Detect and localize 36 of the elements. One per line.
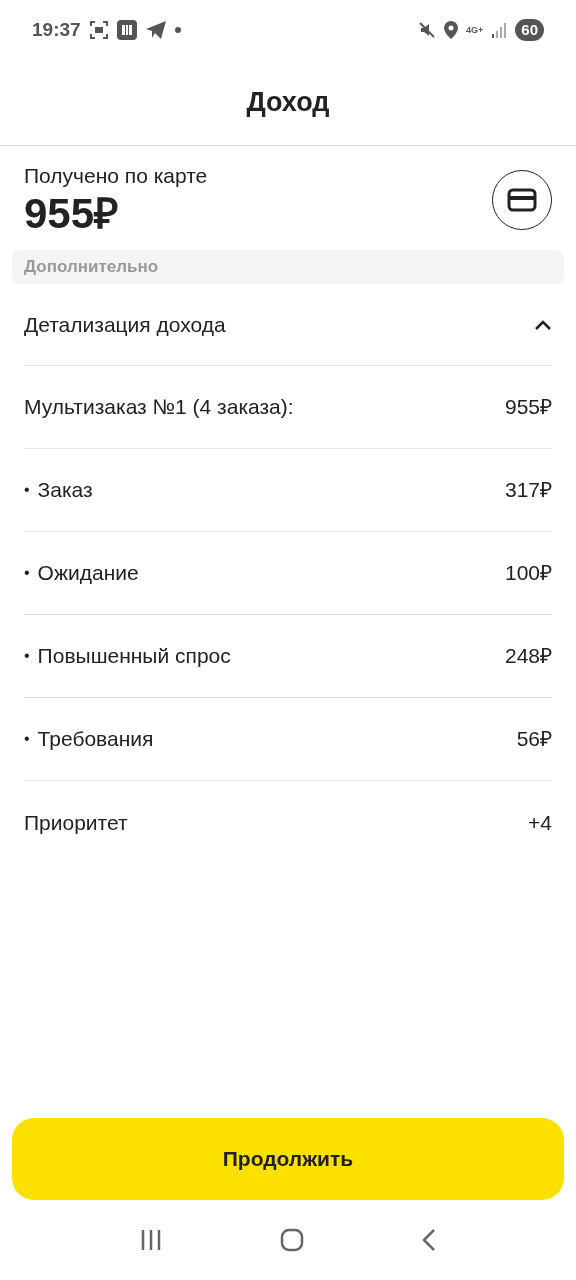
battery-indicator: 60 — [515, 19, 544, 41]
row-value: 56₽ — [516, 726, 552, 753]
signal-icon — [491, 22, 508, 38]
chevron-icon — [534, 318, 552, 331]
row-label: Повышенный спрос — [37, 643, 231, 670]
page-title: Доход — [246, 86, 330, 120]
row-value: 100₽ — [504, 560, 552, 587]
paper-plane-icon — [144, 20, 167, 40]
details-toggle[interactable]: Детализация дохода — [24, 284, 552, 366]
row-label: Заказ — [37, 477, 93, 504]
screenshot-icon — [88, 20, 109, 40]
clock: 19:37 — [32, 17, 81, 42]
row-label: Мультизаказ №1 (4 заказа): — [24, 394, 294, 421]
row-value: 955₽ — [504, 394, 552, 421]
section-label: Дополнительно — [24, 256, 159, 279]
row-value: 248₽ — [504, 643, 552, 670]
mute-icon — [418, 21, 437, 39]
bullet: • — [24, 480, 30, 500]
summary-label: Получено по карте — [24, 163, 208, 189]
bullet: • — [24, 729, 30, 749]
location-icon — [444, 21, 459, 39]
app-icon — [116, 20, 137, 40]
dot-icon — [174, 27, 181, 33]
network-label: 4G+ — [466, 25, 484, 35]
continue-button[interactable]: Продолжить — [12, 1118, 564, 1200]
home-icon[interactable] — [280, 1228, 304, 1252]
bullet: • — [24, 563, 30, 583]
row-label: Требования — [37, 726, 154, 753]
row-label: Приоритет — [24, 809, 128, 836]
row-label: Ожидание — [37, 560, 139, 587]
back-icon[interactable] — [421, 1228, 438, 1252]
card-icon — [507, 188, 537, 212]
summary-amount: 955₽ — [24, 190, 120, 238]
row-value: 317₽ — [504, 477, 552, 504]
row-value: +4 — [528, 809, 552, 836]
bullet: • — [24, 646, 30, 666]
